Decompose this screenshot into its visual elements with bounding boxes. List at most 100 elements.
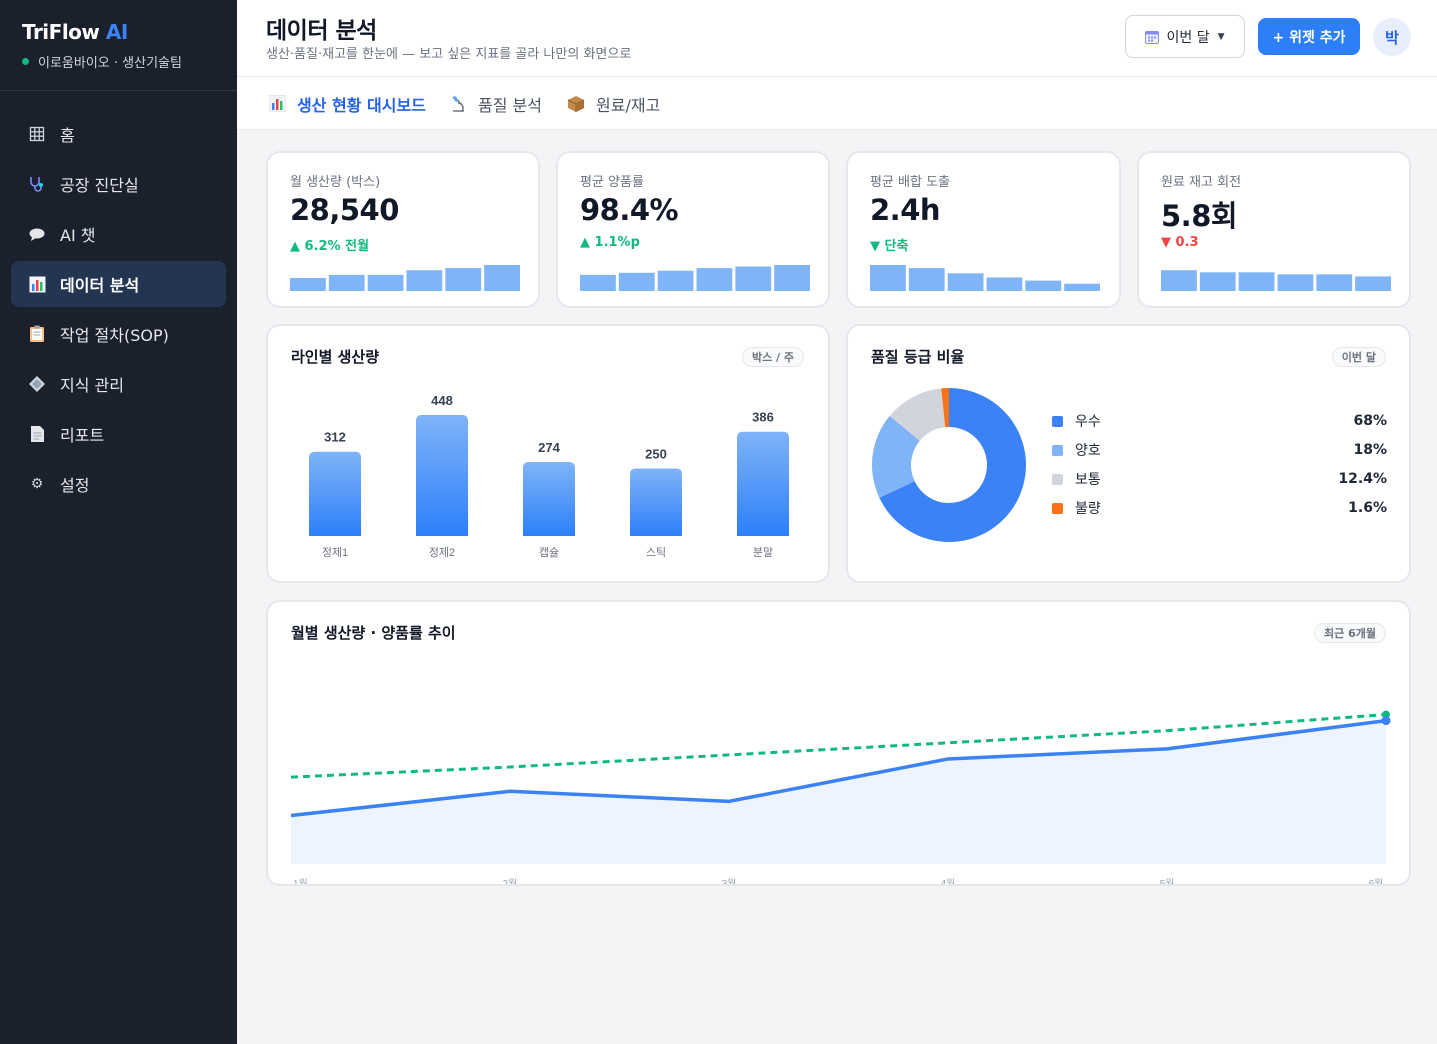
kpi-card-inventory-turnover[interactable]: 원료 재고 회전 5.8회 ▼ 0.3 — [1137, 151, 1411, 308]
legend-item-excellent: 우수 68% — [1052, 411, 1387, 431]
document-icon — [28, 425, 46, 443]
kpi-label: 평균 양품률 — [580, 175, 644, 190]
card-title: 품질 등급 비율 — [871, 348, 965, 366]
sidebar-item-knowledge[interactable]: 지식 관리 — [11, 361, 226, 407]
page-title: 데이터 분석 — [266, 18, 377, 44]
tab-bar: 생산 현황 대시보드 품질 분석 원료/재고 — [237, 77, 1437, 130]
box-icon — [567, 95, 585, 113]
series-end-point[interactable] — [1381, 716, 1391, 726]
sidebar-item-home[interactable]: 홈 — [11, 111, 226, 157]
sparkline-bar — [1161, 270, 1197, 291]
microscope-icon — [449, 95, 467, 113]
quality-grade-card: 품질 등급 비율 이번 달 우수 68% 양호 18% 보통 12.4% 불량 … — [846, 324, 1411, 583]
line-production-card: 라인별 생산량 박스 / 주 312 정제1 448 정제2 274 캡슐 250 스틱 386… — [266, 324, 830, 583]
trend-line-chart: 1월 2월 3월 4월 5월 6월 — [290, 710, 1391, 884]
kpi-sparkline — [1161, 270, 1391, 291]
legend-item-good: 양호 18% — [1052, 440, 1387, 460]
sparkline-bar — [657, 270, 694, 291]
bar-chart: 312 정제1 448 정제2 274 캡슐 250 스틱 386 분말 — [309, 393, 789, 559]
org-name: 이로움바이오 · 생산기술팀 — [38, 56, 182, 71]
sidebar-item-label: 지식 관리 — [60, 376, 124, 395]
legend-item-defect: 불량 1.6% — [1052, 498, 1387, 518]
sidebar-item-diagnosis[interactable]: 공장 진단실 — [11, 161, 226, 207]
brand-logo[interactable]: TriFlow AI — [22, 20, 215, 44]
calendar-icon — [1145, 30, 1160, 44]
bar-chart-icon — [28, 275, 46, 293]
bar-chart-icon — [268, 95, 286, 113]
legend-value: 1.6% — [1348, 500, 1387, 516]
sparkline-bar — [1316, 274, 1353, 291]
sparkline-bar — [445, 268, 482, 291]
sparkline-bar — [947, 273, 984, 291]
sparkline-bar — [735, 266, 772, 291]
kpi-value: 5.8회 — [1161, 199, 1238, 233]
bar-category-label: 정제2 — [429, 546, 455, 559]
legend-label: 불량 — [1075, 501, 1101, 517]
legend-swatch — [1052, 415, 1063, 427]
sidebar-item-label: 공장 진단실 — [60, 176, 139, 195]
period-label: 이번 달 — [1166, 29, 1210, 46]
tab-production-dashboard[interactable]: 생산 현황 대시보드 — [268, 77, 426, 130]
brand-ai: AI — [105, 20, 128, 44]
sidebar-item-data-analysis[interactable]: 데이터 분석 — [11, 261, 226, 307]
sparkline-bar — [367, 274, 404, 291]
tab-label: 생산 현황 대시보드 — [297, 95, 426, 115]
sparkline-bar — [580, 274, 616, 291]
sidebar-item-label: 리포트 — [60, 426, 105, 445]
sparkline-bar — [1277, 274, 1314, 291]
sparkline-bar — [1025, 280, 1062, 291]
status-dot-icon — [22, 58, 29, 65]
period-select-button[interactable]: 이번 달 ▼ — [1125, 15, 1245, 58]
bar[interactable] — [416, 415, 468, 536]
sidebar-item-label: 설정 — [60, 476, 90, 495]
kpi-card-monthly-production[interactable]: 월 생산량 (박스) 28,540 ▲ 6.2% 전월 — [266, 151, 540, 308]
add-widget-button[interactable]: + 위젯 추가 — [1258, 18, 1360, 55]
bar-value-label: 274 — [538, 440, 560, 455]
legend-label: 보통 — [1075, 472, 1101, 488]
bar-category-label: 정제1 — [322, 546, 348, 559]
sidebar-nav: 홈 공장 진단실 AI 챗 데이터 분석 작업 절차(SOP) 지식 관리 리포… — [0, 91, 237, 507]
bar-category-label: 캡슐 — [539, 546, 559, 559]
kpi-label: 원료 재고 회전 — [1161, 175, 1242, 190]
kpi-delta: ▼ 단축 — [870, 239, 909, 254]
legend-swatch — [1052, 502, 1063, 514]
bar[interactable] — [630, 468, 682, 536]
legend-swatch — [1052, 473, 1063, 485]
legend-value: 68% — [1353, 413, 1387, 429]
sidebar-item-label: 홈 — [60, 126, 75, 145]
kpi-sparkline — [580, 265, 810, 291]
tab-quality-analysis[interactable]: 품질 분석 — [449, 77, 542, 130]
grid-icon — [28, 125, 46, 143]
stethoscope-icon — [28, 175, 46, 193]
kpi-value: 98.4% — [580, 193, 679, 227]
kpi-value: 28,540 — [290, 193, 399, 227]
bar-value-label: 448 — [431, 393, 453, 408]
sparkline-bar — [774, 265, 810, 291]
bar-category-label: 스틱 — [646, 546, 666, 559]
bar[interactable] — [523, 461, 575, 536]
kpi-card-formulation-time[interactable]: 평균 배합 도출 2.4h ▼ 단축 — [846, 151, 1121, 308]
sparkline-bar — [406, 270, 443, 291]
sidebar-item-label: 작업 절차(SOP) — [60, 326, 169, 345]
sidebar-item-label: 데이터 분석 — [60, 276, 140, 295]
sidebar-item-report[interactable]: 리포트 — [11, 411, 226, 457]
bar[interactable] — [309, 451, 361, 536]
bar-value-label: 312 — [324, 430, 346, 445]
page-header: 데이터 분석 생산·품질·재고를 한눈에 — 보고 싶은 지표를 골라 나만의 … — [237, 0, 1437, 77]
caret-down-icon: ▼ — [1217, 31, 1225, 42]
sparkline-bar — [1064, 283, 1100, 291]
kpi-card-yield-rate[interactable]: 평균 양품률 98.4% ▲ 1.1%p — [556, 151, 830, 308]
gear-icon: ⚙ — [30, 476, 44, 492]
avatar[interactable]: 박 — [1373, 18, 1411, 56]
sidebar-item-sop[interactable]: 작업 절차(SOP) — [11, 311, 226, 357]
bar[interactable] — [737, 431, 789, 536]
legend-item-normal: 보통 12.4% — [1052, 469, 1387, 489]
sidebar-item-settings[interactable]: ⚙ 설정 — [11, 461, 226, 507]
tab-label: 원료/재고 — [596, 95, 661, 115]
sidebar-item-ai-chat[interactable]: AI 챗 — [11, 211, 226, 257]
tab-materials-inventory[interactable]: 원료/재고 — [567, 77, 660, 130]
monthly-trend-card: 월별 생산량 · 양품률 추이 최근 6개월 1월2월3월4월5월6월 — [266, 600, 1411, 886]
sidebar-item-label: AI 챗 — [60, 226, 96, 245]
x-axis-tick-label: 3월 — [722, 878, 737, 884]
org-label: 이로움바이오 · 생산기술팀 — [22, 52, 215, 71]
